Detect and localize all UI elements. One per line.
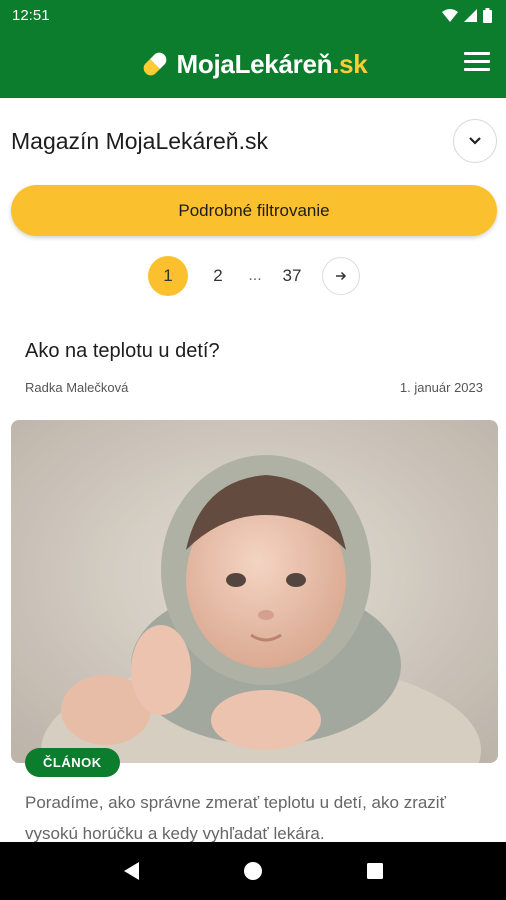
status-icons	[442, 7, 492, 23]
page-last-button[interactable]: 37	[272, 256, 312, 296]
article-title[interactable]: Ako na teplotu u detí?	[25, 340, 220, 363]
app-bar: MojaLekáreň.sk	[0, 30, 506, 98]
article-meta: Radka Malečková 1. január 2023	[25, 380, 483, 395]
article-type-badge: ČLÁNOK	[25, 748, 120, 777]
baby-photo-illustration	[11, 420, 498, 763]
logo-wordmark: MojaLekáreň.sk	[177, 49, 368, 80]
chevron-down-icon	[469, 137, 481, 145]
collapse-button[interactable]	[453, 119, 497, 163]
pagination: 1 2 ... 37	[148, 256, 360, 296]
page-1-button[interactable]: 1	[148, 256, 188, 296]
home-icon[interactable]	[243, 861, 263, 881]
article-excerpt: Poradíme, ako správne zmerať teplotu u d…	[25, 793, 446, 843]
brand-logo[interactable]: MojaLekáreň.sk	[139, 48, 368, 80]
status-time: 12:51	[12, 6, 50, 24]
signal-icon	[464, 8, 477, 22]
arrow-right-icon	[336, 271, 347, 281]
system-nav-bar	[0, 842, 506, 900]
logo-name: MojaLekáreň	[176, 48, 333, 79]
recents-icon[interactable]	[366, 862, 384, 880]
back-icon[interactable]	[122, 861, 140, 881]
wifi-icon	[442, 8, 458, 22]
pill-logo-icon	[143, 52, 166, 76]
battery-icon	[483, 7, 492, 23]
magazine-header: Magazín MojaLekáreň.sk	[11, 118, 497, 164]
status-bar: 12:51	[0, 0, 506, 30]
article-image[interactable]	[11, 420, 498, 763]
logo-tld: .sk	[332, 48, 368, 79]
page-2-button[interactable]: 2	[198, 256, 238, 296]
detailed-filter-button[interactable]: Podrobné filtrovanie	[11, 185, 497, 236]
hamburger-menu-icon[interactable]	[464, 52, 490, 76]
article-date: 1. január 2023	[399, 380, 483, 395]
next-page-button[interactable]	[322, 257, 360, 295]
pagination-ellipsis: ...	[248, 267, 262, 284]
page-title: Magazín MojaLekáreň.sk	[11, 127, 268, 154]
article-author: Radka Malečková	[25, 380, 129, 395]
